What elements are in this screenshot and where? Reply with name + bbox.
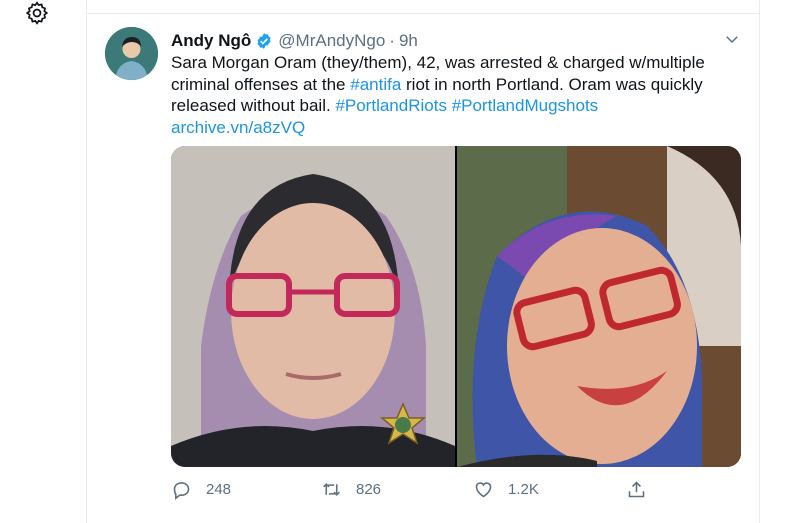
tweet[interactable]: Andy Ngô @MrAndyNgo · 9h Sara Morgan Ora… xyxy=(87,14,759,523)
tweet-timestamp[interactable]: 9h xyxy=(399,31,418,51)
avatar-illustration xyxy=(105,27,158,80)
reply-count: 248 xyxy=(206,480,232,498)
share-button[interactable] xyxy=(626,477,647,501)
share-icon xyxy=(628,480,645,497)
like-count: 1.2K xyxy=(508,480,539,498)
mugshot-photo[interactable] xyxy=(171,146,455,467)
author-name[interactable]: Andy Ngô xyxy=(171,31,251,51)
mugshot-illustration xyxy=(171,146,455,467)
tweet-actions: 248 826 1.2K xyxy=(171,477,741,501)
timeline: Andy Ngô @MrAndyNgo · 9h Sara Morgan Ora… xyxy=(86,0,760,523)
retweet-count: 826 xyxy=(356,480,382,498)
selfie-photo[interactable] xyxy=(457,146,741,467)
hashtag-link[interactable]: #PortlandMugshots xyxy=(452,96,598,115)
left-sidebar xyxy=(0,0,86,523)
like-button[interactable]: 1.2K xyxy=(473,477,539,501)
author-handle[interactable]: @MrAndyNgo xyxy=(278,31,385,51)
avatar[interactable] xyxy=(105,27,158,80)
selfie-illustration xyxy=(457,146,741,467)
gear-icon[interactable] xyxy=(24,0,50,26)
url-link[interactable]: archive.vn/a8zVQ xyxy=(171,118,305,137)
reply-icon xyxy=(173,481,190,500)
tweet-header: Andy Ngô @MrAndyNgo · 9h xyxy=(171,30,418,52)
verified-badge-icon xyxy=(257,33,271,49)
chevron-down-icon[interactable] xyxy=(723,30,741,48)
hashtag-link[interactable]: #PortlandRiots xyxy=(335,96,447,115)
media-grid xyxy=(171,146,741,467)
reply-button[interactable]: 248 xyxy=(171,477,231,501)
tweet-text: Sara Morgan Oram (they/them), 42, was ar… xyxy=(171,52,731,138)
separator-dot: · xyxy=(389,31,395,50)
retweet-icon xyxy=(323,482,340,496)
hashtag-link[interactable]: #antifa xyxy=(350,75,401,94)
retweet-button[interactable]: 826 xyxy=(321,477,381,501)
heart-icon xyxy=(475,481,492,497)
